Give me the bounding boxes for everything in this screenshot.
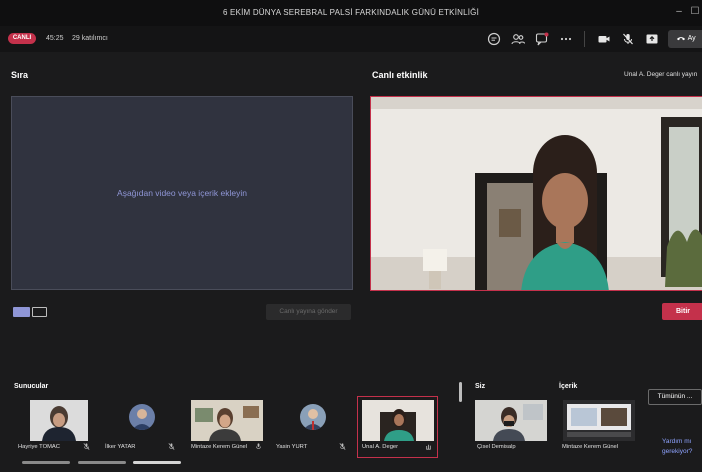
presenter-tile-3[interactable]: [191, 400, 263, 441]
leave-button[interactable]: Ay: [668, 30, 702, 48]
queue-title: Sıra: [11, 70, 29, 80]
strip-hscroll-3[interactable]: [133, 461, 181, 464]
qa-icon[interactable]: [534, 31, 550, 47]
presenter-name-4: Yasin YURT: [276, 444, 308, 450]
minimize-button[interactable]: –: [672, 5, 686, 19]
presenter-tile-1[interactable]: [30, 400, 88, 441]
strip-scrollbar[interactable]: [459, 382, 462, 402]
live-badge: CANLI: [8, 33, 36, 44]
self-video-tile[interactable]: [475, 400, 547, 441]
hand-icon: [426, 444, 431, 450]
self-name: Çisel Demisalp: [477, 444, 516, 450]
layout-split-button[interactable]: [32, 307, 47, 317]
presenter-name-1: Hayriye TOMAC: [18, 444, 60, 450]
presenter-photo: [300, 404, 326, 430]
presenter-name-3: Mintaze Kerem Günel: [191, 444, 248, 450]
leave-label: Ay: [687, 35, 696, 42]
presenter-avatar-4[interactable]: [300, 404, 326, 430]
speaker-video-image: [371, 97, 702, 290]
attendee-count: 29 katılımcı: [72, 35, 108, 42]
mic-icon: [256, 443, 261, 449]
presenter-name-5: Unal A. Deger: [362, 444, 399, 450]
maximize-button[interactable]: ☐: [688, 5, 702, 19]
send-to-live-button[interactable]: Canlı yayına gönder: [266, 304, 351, 320]
presenter-tile-5[interactable]: [362, 400, 434, 441]
end-button[interactable]: Bitir: [662, 303, 702, 320]
mic-off-icon: [83, 443, 90, 450]
camera-icon[interactable]: [596, 31, 612, 47]
self-video-image: [475, 400, 547, 441]
strip-hscroll-2[interactable]: [78, 461, 126, 464]
mic-off-icon: [168, 443, 175, 450]
elapsed-time: 45:25: [46, 35, 64, 42]
live-status: Unal A. Deger canlı yayın: [624, 71, 698, 78]
presenter-name-2: İlker YATAR: [105, 444, 136, 450]
content-tile[interactable]: [563, 400, 635, 441]
you-label: Siz: [475, 383, 486, 390]
mic-muted-icon[interactable]: [620, 31, 636, 47]
phone-hangup-icon: [677, 37, 685, 41]
help-line-1: Yardım mı: [662, 438, 692, 445]
content-label: İçerik: [559, 383, 578, 390]
content-name: Mintaze Kerem Günel: [562, 444, 619, 450]
strip-hscroll-1[interactable]: [22, 461, 70, 464]
mic-off-icon: [339, 443, 346, 450]
presenter-video-image: [30, 400, 88, 441]
presenter-video-image: [191, 400, 263, 441]
show-all-button[interactable]: Tümünün ...: [648, 389, 702, 405]
queue-placeholder: Aşağıdan video veya içerik ekleyin: [117, 188, 247, 198]
live-video: [370, 96, 702, 291]
presenters-label: Sunucular: [14, 383, 49, 390]
window-title: 6 EKİM DÜNYA SEREBRAL PALSİ FARKINDALIK …: [222, 8, 480, 17]
chat-icon[interactable]: [486, 31, 502, 47]
participants-icon[interactable]: [510, 31, 526, 47]
content-share-image: [563, 400, 635, 441]
presenter-video-image: [362, 400, 434, 441]
layout-single-button[interactable]: [13, 307, 30, 317]
presenter-avatar-2[interactable]: [129, 404, 155, 430]
more-options-icon[interactable]: [558, 31, 574, 47]
toolbar-divider: [584, 31, 585, 47]
presenter-photo: [129, 404, 155, 430]
help-line-2: gerekiyor?: [662, 448, 693, 455]
live-title: Canlı etkinlik: [372, 70, 428, 80]
share-screen-icon[interactable]: [644, 31, 660, 47]
help-link[interactable]: Yardım mı gerekiyor?: [662, 437, 692, 457]
